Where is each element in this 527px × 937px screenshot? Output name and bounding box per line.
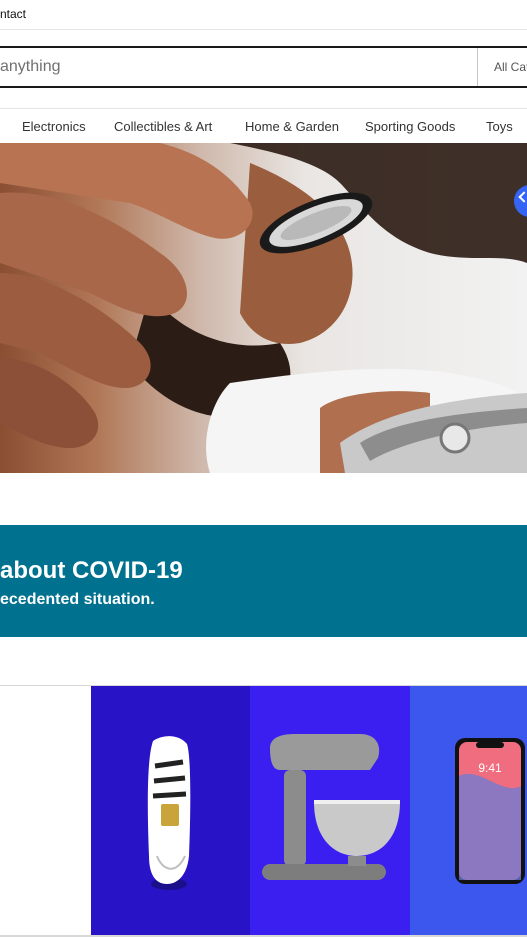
sneaker-icon — [147, 736, 191, 890]
promo-strip: 9:41 — [0, 685, 527, 935]
nav-item-home-garden[interactable]: Home & Garden — [245, 119, 339, 134]
category-nav: Electronics Collectibles & Art Home & Ga… — [0, 108, 527, 143]
nav-item-sporting-goods[interactable]: Sporting Goods — [365, 119, 455, 134]
covid-banner[interactable]: about COVID-19 ecedented situation. — [0, 525, 527, 637]
search-input[interactable] — [0, 48, 477, 86]
category-select[interactable]: All Categories — [477, 48, 527, 86]
contact-link[interactable]: ntact — [0, 7, 26, 21]
promo-tile-phone[interactable]: 9:41 — [410, 686, 527, 935]
promo-left-panel — [0, 686, 91, 935]
nav-item-collectibles-art[interactable]: Collectibles & Art — [114, 119, 212, 134]
phone-time: 9:41 — [478, 761, 502, 775]
search-bar: All Categories — [0, 46, 527, 88]
nav-item-toys[interactable]: Toys — [486, 119, 513, 134]
nav-item-electronics[interactable]: Electronics — [22, 119, 86, 134]
banner-subtitle: ecedented situation. — [0, 591, 155, 608]
hero-carousel[interactable] — [0, 143, 527, 473]
promo-tile-shoe[interactable] — [91, 686, 250, 935]
banner-title: about COVID-19 — [0, 557, 183, 584]
chevron-right-icon — [518, 191, 527, 203]
smartphone-icon: 9:41 — [455, 738, 525, 884]
hero-image — [0, 143, 527, 473]
promo-tile-mixer[interactable] — [250, 686, 410, 935]
top-utility-bar: ntact — [0, 0, 527, 30]
stand-mixer-icon — [262, 734, 400, 880]
